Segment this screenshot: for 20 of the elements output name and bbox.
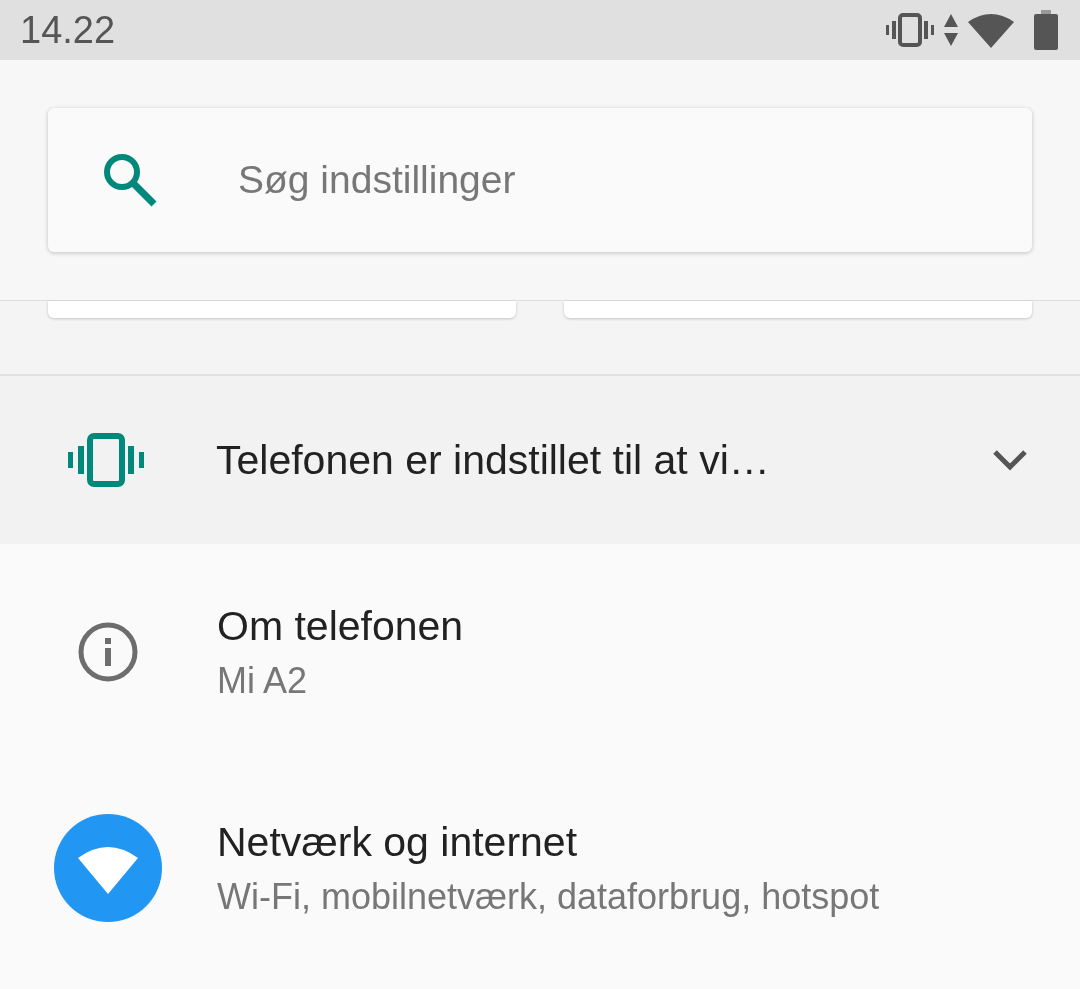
search-icon (102, 152, 158, 208)
condition-banner[interactable]: Telefonen er indstillet til at vi… (0, 376, 1080, 544)
suggestion-card[interactable] (48, 301, 516, 318)
item-subtitle: Wi-Fi, mobilnetværk, dataforbrug, hotspot (217, 875, 880, 918)
data-arrows-icon (944, 14, 958, 46)
suggestion-card[interactable] (564, 301, 1032, 318)
item-title: Om telefonen (217, 602, 464, 650)
vibrate-icon (886, 13, 934, 47)
battery-icon (1034, 10, 1058, 50)
item-subtitle: Mi A2 (217, 659, 309, 702)
item-title: Netværk og internet (217, 818, 579, 866)
search-field[interactable]: Søg indstillinger (48, 108, 1032, 252)
status-time: 14.22 (20, 8, 116, 52)
wifi-icon (54, 814, 162, 922)
wifi-signal-icon (968, 12, 1014, 48)
info-icon (77, 621, 139, 683)
search-placeholder: Søg indstillinger (238, 158, 516, 202)
vibrate-icon (68, 433, 144, 487)
settings-item[interactable]: Netværk og internet Wi-Fi, mobilnetværk, dataforbrug, hotspot (0, 760, 1080, 976)
settings-item[interactable]: Om telefonen Mi A2 (0, 544, 1080, 760)
